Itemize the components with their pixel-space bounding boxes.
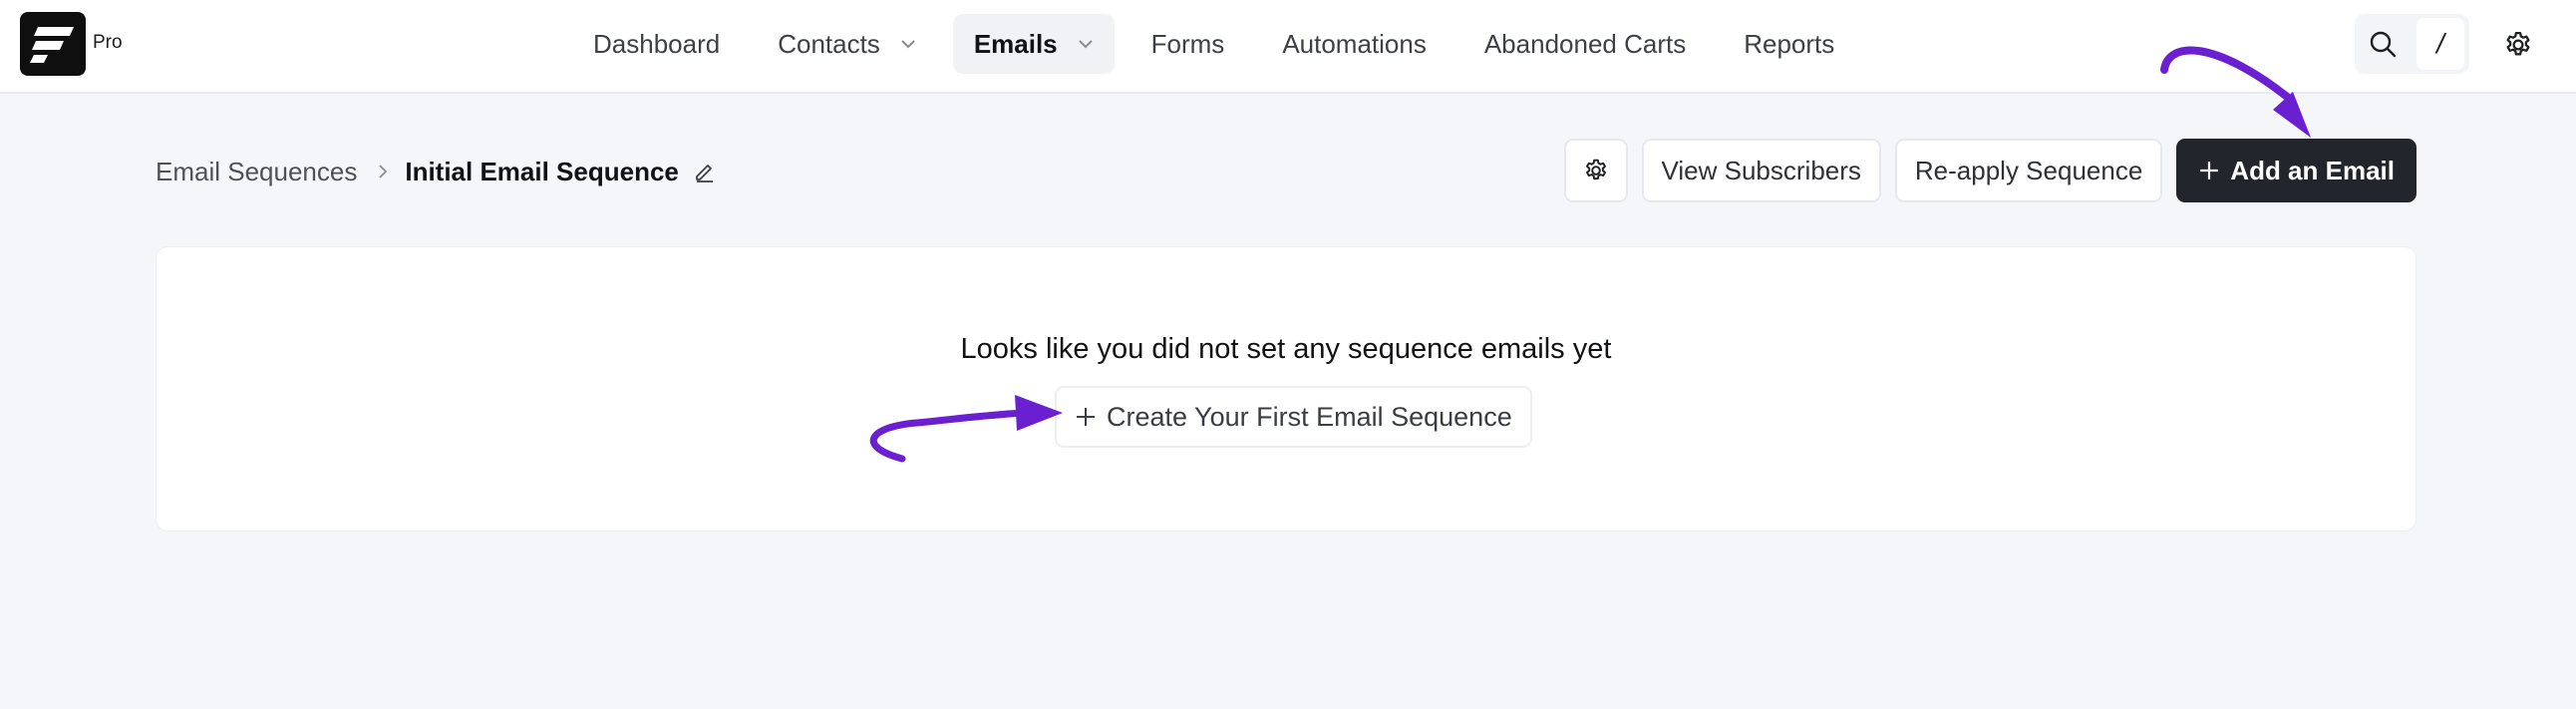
add-email-button[interactable]: Add an Email: [2176, 139, 2416, 202]
nav-item-label: Automations: [1282, 28, 1427, 59]
nav-item-automations[interactable]: Automations: [1261, 14, 1448, 74]
reapply-sequence-button[interactable]: Re-apply Sequence: [1894, 139, 2163, 202]
pencil-icon: [695, 165, 713, 182]
chevron-right-icon: [379, 165, 388, 178]
chevron-down-icon: [1078, 40, 1093, 49]
brand-logo-icon: [30, 27, 74, 63]
plan-badge: Pro: [93, 32, 123, 53]
settings-button[interactable]: [2498, 25, 2538, 65]
sequence-settings-button[interactable]: [1563, 139, 1628, 202]
nav-item-dashboard[interactable]: Dashboard: [572, 14, 741, 74]
nav-item-emails[interactable]: Emails: [952, 14, 1115, 74]
search-shortcut-key[interactable]: /: [2416, 18, 2464, 70]
nav-item-contacts[interactable]: Contacts: [757, 14, 937, 74]
page-title: Initial Email Sequence: [405, 156, 679, 186]
nav-item-abandoned-carts[interactable]: Abandoned Carts: [1463, 14, 1707, 74]
nav-item-label: Contacts: [778, 28, 880, 59]
empty-state-message: Looks like you did not set any sequence …: [960, 333, 1612, 365]
top-navigation-bar: Pro Dashboard Contacts Emails Forms Auto…: [0, 0, 2576, 94]
breadcrumb-parent-link[interactable]: Email Sequences: [156, 157, 357, 187]
create-first-sequence-button[interactable]: Create Your First Email Sequence: [1055, 386, 1532, 448]
nav-item-reports[interactable]: Reports: [1723, 14, 1855, 74]
brand-logo[interactable]: [20, 12, 86, 76]
edit-title-button[interactable]: [693, 160, 717, 183]
search-icon: [2370, 31, 2397, 58]
search-button[interactable]: [2355, 14, 2411, 74]
nav-item-label: Reports: [1744, 28, 1835, 59]
nav-item-label: Emails: [973, 28, 1058, 59]
nav-item-label: Forms: [1150, 28, 1225, 59]
main-nav: Dashboard Contacts Emails Forms Automati…: [572, 14, 1871, 74]
page-actions: View Subscribers Re-apply Sequence Add a…: [1563, 139, 2416, 202]
plus-icon: [2198, 160, 2220, 181]
nav-item-label: Abandoned Carts: [1483, 28, 1687, 59]
search-tools: /: [2355, 14, 2469, 74]
gear-icon: [1585, 159, 1606, 180]
email-sequence-card: Looks like you did not set any sequence …: [156, 246, 2416, 532]
add-email-label: Add an Email: [2230, 155, 2395, 185]
plus-icon: [1075, 406, 1097, 428]
create-first-sequence-label: Create Your First Email Sequence: [1107, 401, 1512, 432]
gear-icon: [2506, 32, 2530, 56]
nav-item-label: Dashboard: [593, 28, 721, 59]
chevron-down-icon: [901, 40, 915, 49]
view-subscribers-button[interactable]: View Subscribers: [1641, 139, 1881, 202]
nav-item-forms[interactable]: Forms: [1130, 14, 1246, 74]
breadcrumb: Email Sequences Initial Email Sequence: [156, 152, 717, 191]
